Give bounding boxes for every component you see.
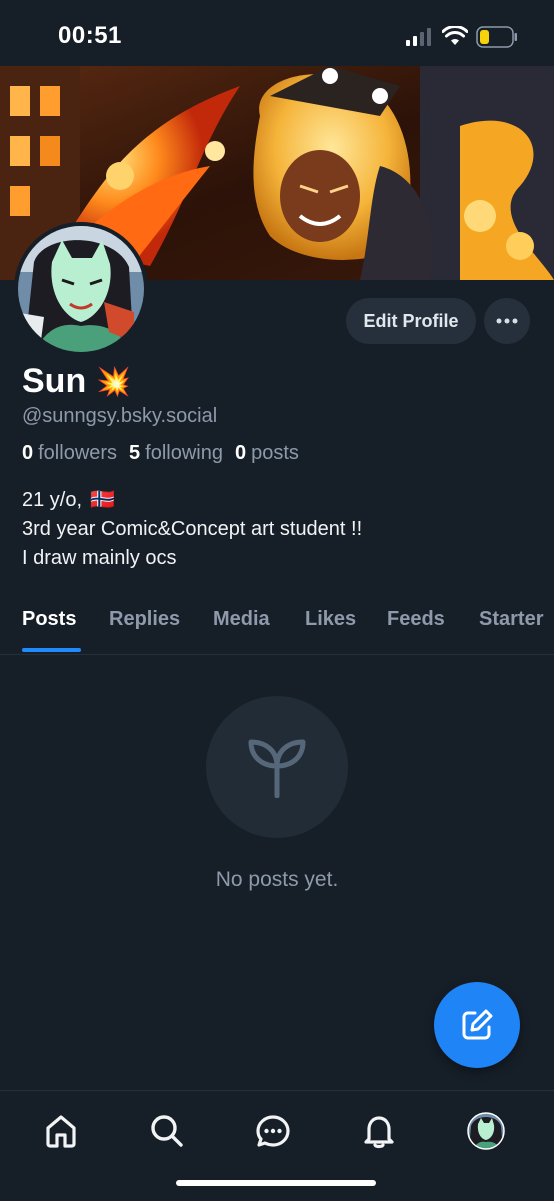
bio-line-3: I draw mainly ocs	[22, 547, 177, 569]
profile-bio: 21 y/o, 🇳🇴 3rd year Comic&Concept art st…	[22, 486, 362, 573]
tab-likes[interactable]: Likes	[305, 608, 356, 631]
nav-search[interactable]	[147, 1111, 187, 1151]
posts-label: posts	[251, 442, 299, 464]
home-indicator[interactable]	[176, 1180, 376, 1186]
posts-stat: 0 posts	[235, 442, 299, 465]
more-options-button[interactable]	[484, 298, 530, 344]
status-bar: 00:51	[0, 0, 554, 66]
nav-chat[interactable]	[253, 1111, 293, 1151]
display-name-text: Sun	[22, 362, 87, 400]
battery-icon	[476, 26, 517, 48]
display-name: Sun 💥	[22, 362, 131, 401]
signal-icon	[406, 28, 431, 46]
collision-emoji: 💥	[96, 366, 132, 397]
bio-line-1: 21 y/o,	[22, 489, 83, 511]
tab-posts[interactable]: Posts	[22, 608, 76, 631]
norway-flag-emoji: 🇳🇴	[90, 489, 115, 511]
profile-tabs: Posts Replies Media Likes Feeds Starter	[0, 598, 554, 655]
following-link[interactable]: 5 following	[129, 442, 223, 465]
ellipsis-icon	[496, 318, 518, 324]
chat-icon	[256, 1115, 290, 1147]
tab-media[interactable]: Media	[213, 608, 270, 631]
following-count: 5	[129, 442, 141, 464]
wifi-icon	[442, 26, 468, 45]
active-tab-indicator	[22, 648, 81, 652]
tab-feeds[interactable]: Feeds	[387, 608, 445, 631]
bio-line-2: 3rd year Comic&Concept art student !!	[22, 518, 363, 540]
nav-home[interactable]	[41, 1111, 81, 1151]
bell-icon	[364, 1116, 394, 1149]
empty-state-icon-container	[206, 696, 348, 838]
profile-handle: @sunngsy.bsky.social	[22, 405, 218, 427]
tab-starter[interactable]: Starter	[479, 608, 543, 631]
nav-profile[interactable]	[466, 1111, 506, 1151]
status-time: 00:51	[58, 22, 122, 49]
sprout-icon	[248, 739, 306, 798]
empty-state-text: No posts yet.	[215, 868, 339, 891]
profile-avatar	[467, 1112, 505, 1150]
search-icon	[151, 1115, 183, 1147]
following-label: following	[145, 442, 223, 464]
tab-replies[interactable]: Replies	[109, 608, 180, 631]
avatar[interactable]	[14, 222, 148, 356]
compose-button[interactable]	[434, 982, 520, 1068]
home-icon	[46, 1115, 76, 1148]
edit-profile-button[interactable]: Edit Profile	[346, 298, 476, 344]
followers-link[interactable]: 0 followers	[22, 442, 117, 465]
followers-count: 0	[22, 442, 34, 464]
followers-label: followers	[38, 442, 118, 464]
nav-notifications[interactable]	[359, 1111, 399, 1151]
compose-icon	[462, 1009, 493, 1040]
posts-count: 0	[235, 442, 247, 464]
avatar-image	[14, 222, 148, 356]
profile-stats: 0 followers 5 following 0 posts	[22, 442, 311, 465]
